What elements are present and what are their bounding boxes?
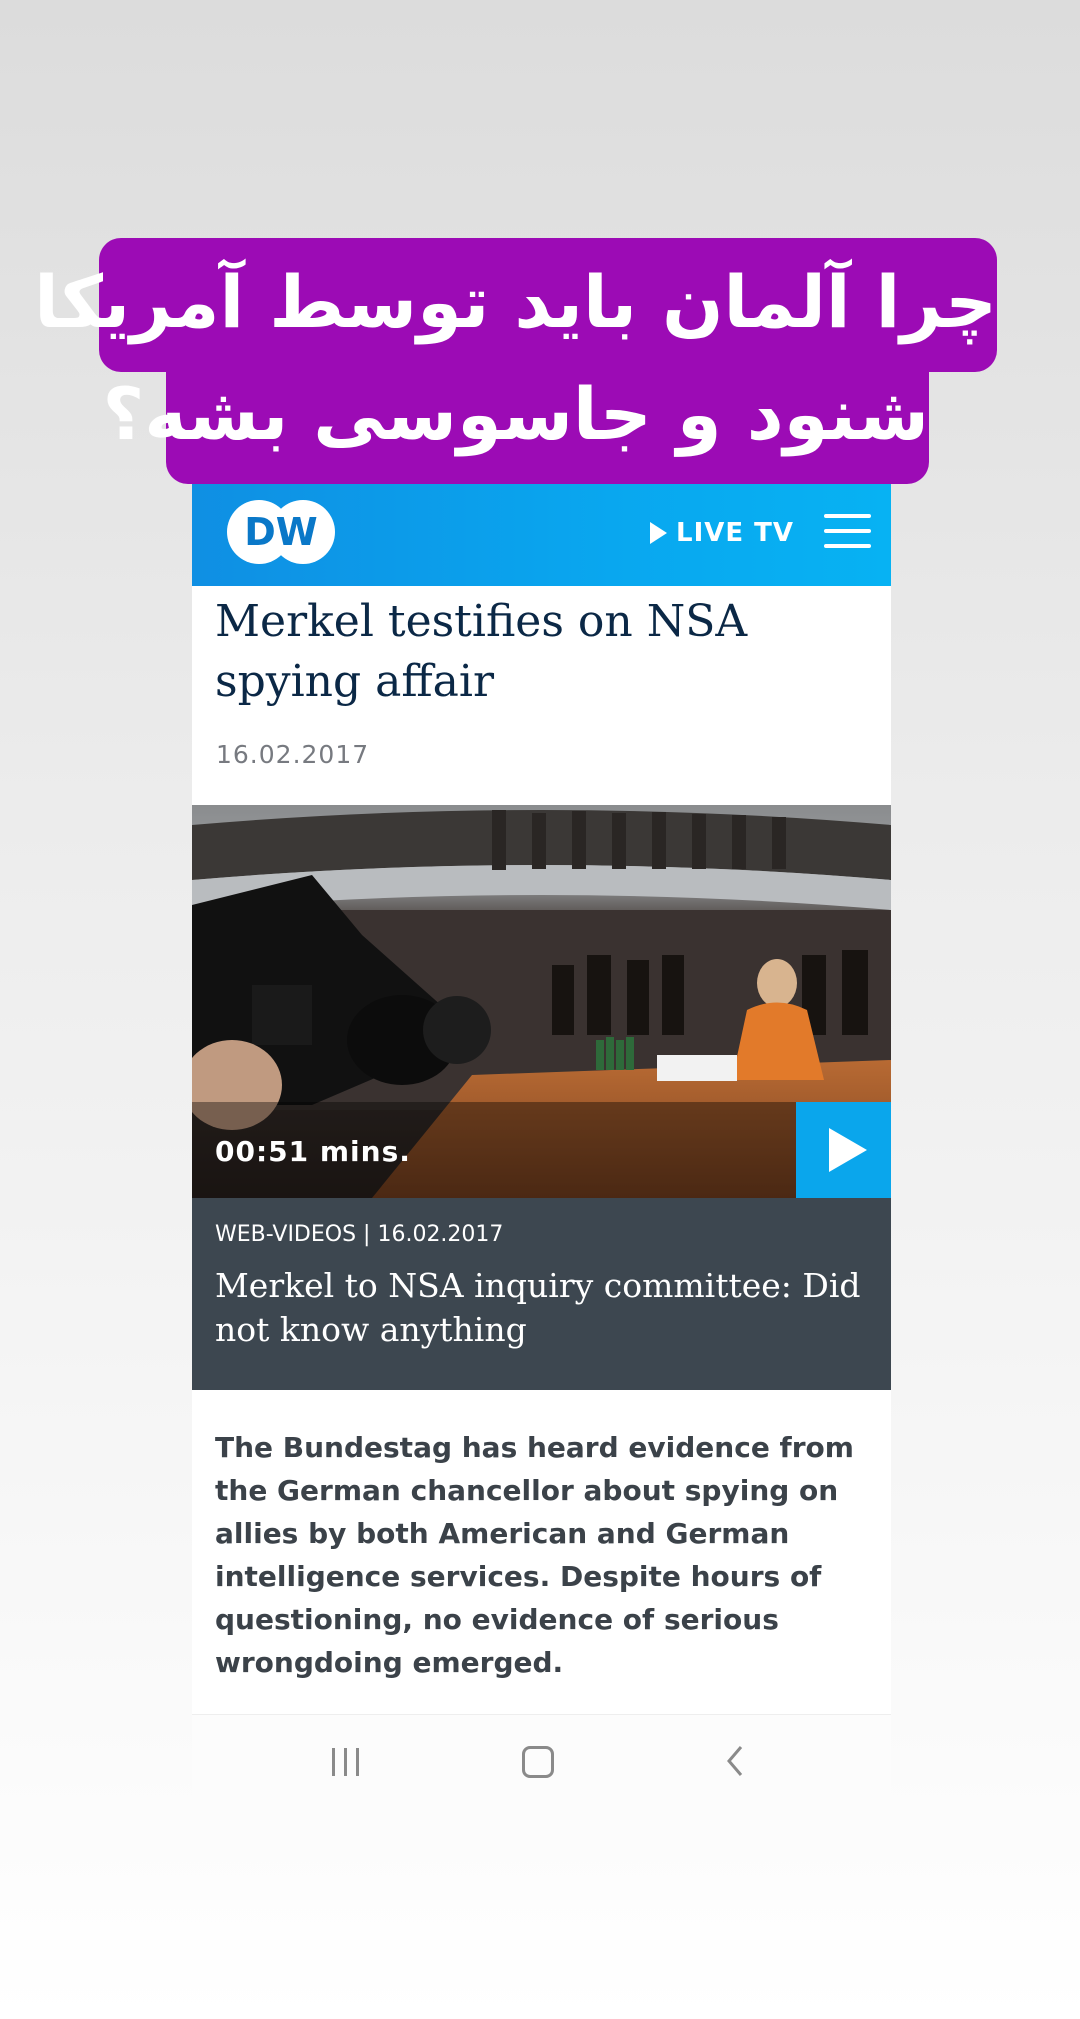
home-icon[interactable] <box>522 1746 554 1778</box>
dw-header-bar: DW LIVE TV <box>192 484 891 586</box>
video-title[interactable]: Merkel to NSA inquiry committee: Did not… <box>215 1264 865 1352</box>
hamburger-menu-icon[interactable] <box>824 512 871 550</box>
caption-line-2: شنود و جاسوسی بشه؟ <box>103 358 929 484</box>
article-date: 16.02.2017 <box>216 740 370 769</box>
recent-apps-icon[interactable] <box>332 1748 360 1776</box>
android-navigation-bar <box>192 1714 891 1805</box>
article-teaser: The Bundestag has heard evidence from th… <box>215 1431 854 1679</box>
video-category-date: WEB-VIDEOS | 16.02.2017 <box>215 1222 504 1247</box>
video-thumbnail[interactable]: 00:51 mins. <box>192 805 891 1198</box>
back-icon[interactable] <box>725 1745 745 1781</box>
play-button[interactable] <box>796 1102 891 1198</box>
dw-logo-text: DW <box>244 510 317 554</box>
article-headline: Merkel testifies on NSA spying affair <box>215 596 748 707</box>
live-tv-label: LIVE TV <box>676 518 795 548</box>
dw-logo[interactable]: DW <box>224 497 338 571</box>
live-tv-button[interactable]: LIVE TV <box>650 518 794 548</box>
video-duration: 00:51 mins. <box>215 1135 411 1168</box>
phone-screen: DW LIVE TV Merkel testifies on NSA spyin… <box>192 484 891 1805</box>
caption-line-1: چرا آلمان باید توسط آمریکا <box>34 238 997 372</box>
play-triangle-icon <box>650 522 667 544</box>
play-icon <box>829 1128 867 1172</box>
video-info-panel[interactable]: WEB-VIDEOS | 16.02.2017 Merkel to NSA in… <box>192 1198 891 1390</box>
